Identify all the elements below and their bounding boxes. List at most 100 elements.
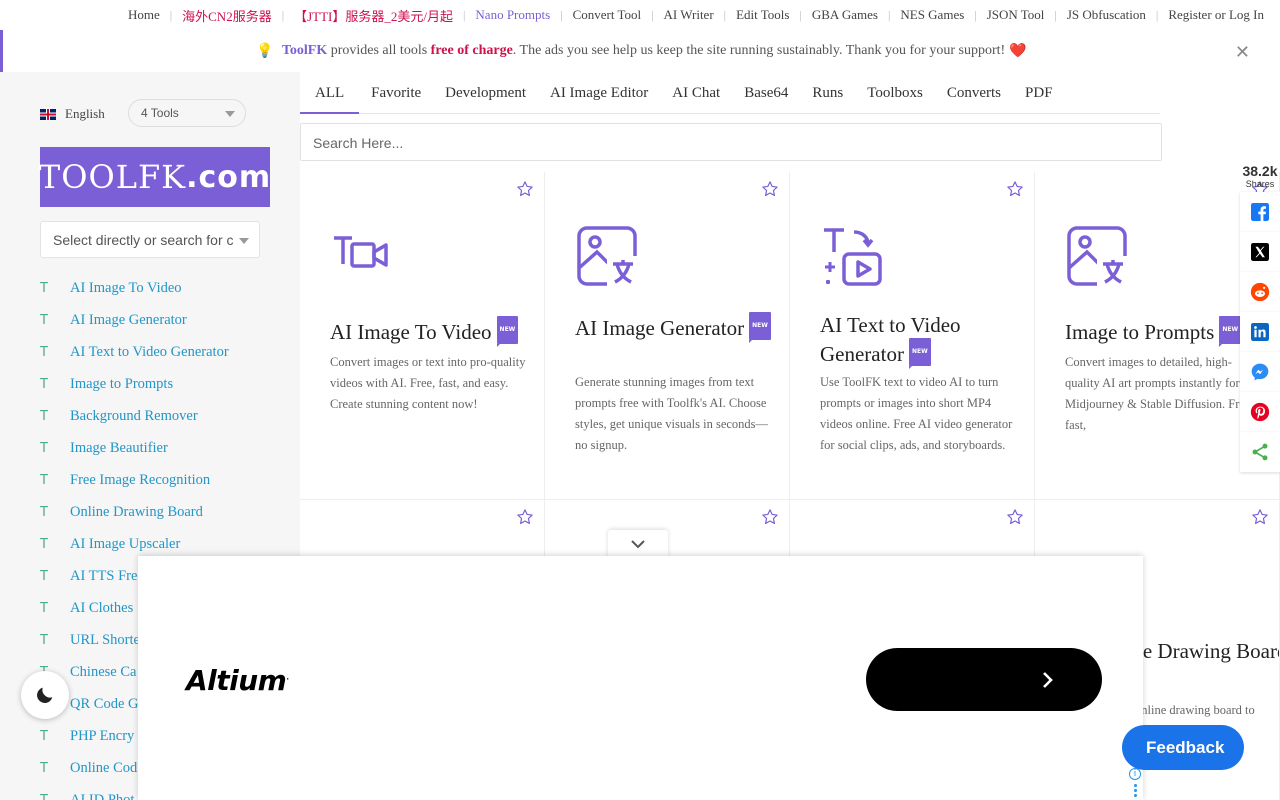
card-title[interactable]: AI Text to Video Generator NEW [820,312,1025,369]
tab-all[interactable]: ALL [300,72,360,114]
tool-t-icon: T [40,792,48,800]
language-switcher[interactable]: English [40,106,105,122]
tab-toolboxs[interactable]: Toolboxs [855,72,935,114]
tab-pdf[interactable]: PDF [1013,72,1065,114]
tool-t-icon: T [40,568,48,584]
share-button[interactable] [1240,432,1280,472]
sidebar-tool-label: AI ID Phot [70,791,135,800]
card-description: Use ToolFK text to video AI to turn prom… [820,375,1013,452]
card-description: Generate stunning images from text promp… [575,375,769,452]
sidebar-tool-item[interactable]: T Online Drawing Board [40,496,229,528]
top-nav-link[interactable]: 海外CN2服务器 [172,6,282,25]
dark-mode-toggle[interactable] [21,671,69,719]
top-nav-link[interactable]: AI Writer [654,7,724,23]
sidebar-tool-label: URL Shorte [70,631,140,648]
top-nav-link[interactable]: Home [118,7,170,23]
tools-select[interactable]: 4 Tools [128,99,246,127]
sidebar-search-select[interactable]: Select directly or search for c [40,221,260,258]
sidebar-tool-item[interactable]: T Background Remover [40,400,229,432]
sidebar-tool-item[interactable]: T Image Beautifier [40,432,229,464]
reddit-share-button[interactable] [1240,272,1280,312]
messenger-share-button[interactable] [1240,352,1280,392]
tool-t-icon: T [40,760,48,776]
tool-card[interactable]: AI Image To Video NEW Convert images or te… [300,172,545,500]
card-title[interactable]: AI Image Generator NEW [575,312,780,343]
sidebar-tool-item[interactable]: T Image to Prompts [40,368,229,400]
sidebar-tool-label: Online Drawing Board [70,503,203,520]
star-icon[interactable] [761,508,779,526]
sidebar-tool-item[interactable]: T AI Image Generator [40,304,229,336]
tab-ai-chat[interactable]: AI Chat [660,72,732,114]
sidebar-tool-item[interactable]: T AI Text to Video Generator [40,336,229,368]
sidebar-tool-item[interactable]: T Free Image Recognition [40,464,229,496]
top-nav-link[interactable]: Convert Tool [563,7,652,23]
sidebar-tool-label: Background Remover [70,407,198,424]
sidebar-search-placeholder: Select directly or search for c [53,232,234,248]
tab-favorite[interactable]: Favorite [359,72,433,114]
pinterest-share-button[interactable] [1240,392,1280,432]
ad-info-icon[interactable]: i [1129,768,1141,780]
tool-t-icon: T [40,600,48,616]
register-login-link[interactable]: Register or Log In [1158,7,1274,23]
linkedin-share-button[interactable] [1240,312,1280,352]
tab-base64[interactable]: Base64 [732,72,800,114]
feedback-button[interactable]: Feedback [1122,725,1244,770]
toolfk-logo[interactable]: TOOLFK .com [39,147,270,207]
top-nav-link[interactable]: Nano Prompts [465,7,560,23]
top-nav-link[interactable]: JSON Tool [977,7,1055,23]
sidebar-tool-label: Online Cod [70,759,138,776]
search-placeholder: Search Here... [313,135,404,151]
tool-t-icon: T [40,536,48,552]
star-icon[interactable] [1251,508,1269,526]
top-nav-link[interactable]: 【JTTI】服务器_2美元/月起 [284,6,463,25]
top-nav-link[interactable]: JS Obfuscation [1057,7,1156,23]
card-title-text: Image to Prompts [1065,320,1215,344]
x-share-button[interactable] [1240,232,1280,272]
close-icon[interactable]: ✕ [1235,42,1250,63]
search-input[interactable]: Search Here... [300,123,1162,161]
notice-brand[interactable]: ToolFK [282,43,327,59]
new-badge: NEW [496,316,519,347]
notice-text-2: . The ads you see help us keep the site … [512,43,1006,58]
sidebar-tool-label: Image to Prompts [70,375,174,392]
top-nav-link[interactable]: NES Games [890,7,974,23]
image-translate-icon [577,226,639,288]
tab-converts[interactable]: Converts [935,72,1013,114]
image-translate-icon [1067,226,1129,288]
sidebar-tool-label: AI Clothes [70,599,134,616]
ad-menu-icon[interactable] [1134,784,1137,799]
sidebar-tool-label: AI Image Generator [70,311,187,328]
share-icon [1252,443,1268,461]
sidebar-tool-label: PHP Encry [70,727,135,744]
sidebar-tool-label: AI Text to Video Generator [70,343,229,360]
sidebar-tool-label: Image Beautifier [70,439,168,456]
tool-card[interactable]: AI Image Generator NEW Generate stunning i… [545,172,790,500]
star-icon[interactable] [761,180,779,198]
facebook-icon [1251,203,1269,221]
new-badge: NEW [908,338,931,369]
tool-t-icon: T [40,312,48,328]
tab-runs[interactable]: Runs [800,72,855,114]
top-nav-link[interactable]: Edit Tools [726,7,799,23]
tab-ai-image-editor[interactable]: AI Image Editor [538,72,660,114]
card-title-text: AI Image To Video [330,320,492,344]
text-to-video-icon [824,228,882,286]
tool-card[interactable]: AI Text to Video Generator NEW Use ToolFK … [790,172,1035,500]
tab-development[interactable]: Development [433,72,538,114]
top-nav-link[interactable]: GBA Games [802,7,888,23]
tool-t-icon: T [40,344,48,360]
card-title[interactable]: AI Image To Video NEW [330,316,535,347]
advertisement-banner[interactable]: Altium. i [138,556,1143,800]
star-icon[interactable] [516,180,534,198]
facebook-share-button[interactable] [1240,192,1280,232]
star-icon[interactable] [1006,508,1024,526]
tool-t-icon: T [40,376,48,392]
star-icon[interactable] [516,508,534,526]
chevron-down-icon [239,238,249,244]
sidebar-tool-item[interactable]: T AI Image To Video [40,272,229,304]
star-icon[interactable] [1006,180,1024,198]
ad-cta-button[interactable] [866,648,1102,711]
ad-collapse-tab[interactable] [608,530,668,558]
uk-flag-icon [40,108,56,120]
tool-t-icon: T [40,472,48,488]
